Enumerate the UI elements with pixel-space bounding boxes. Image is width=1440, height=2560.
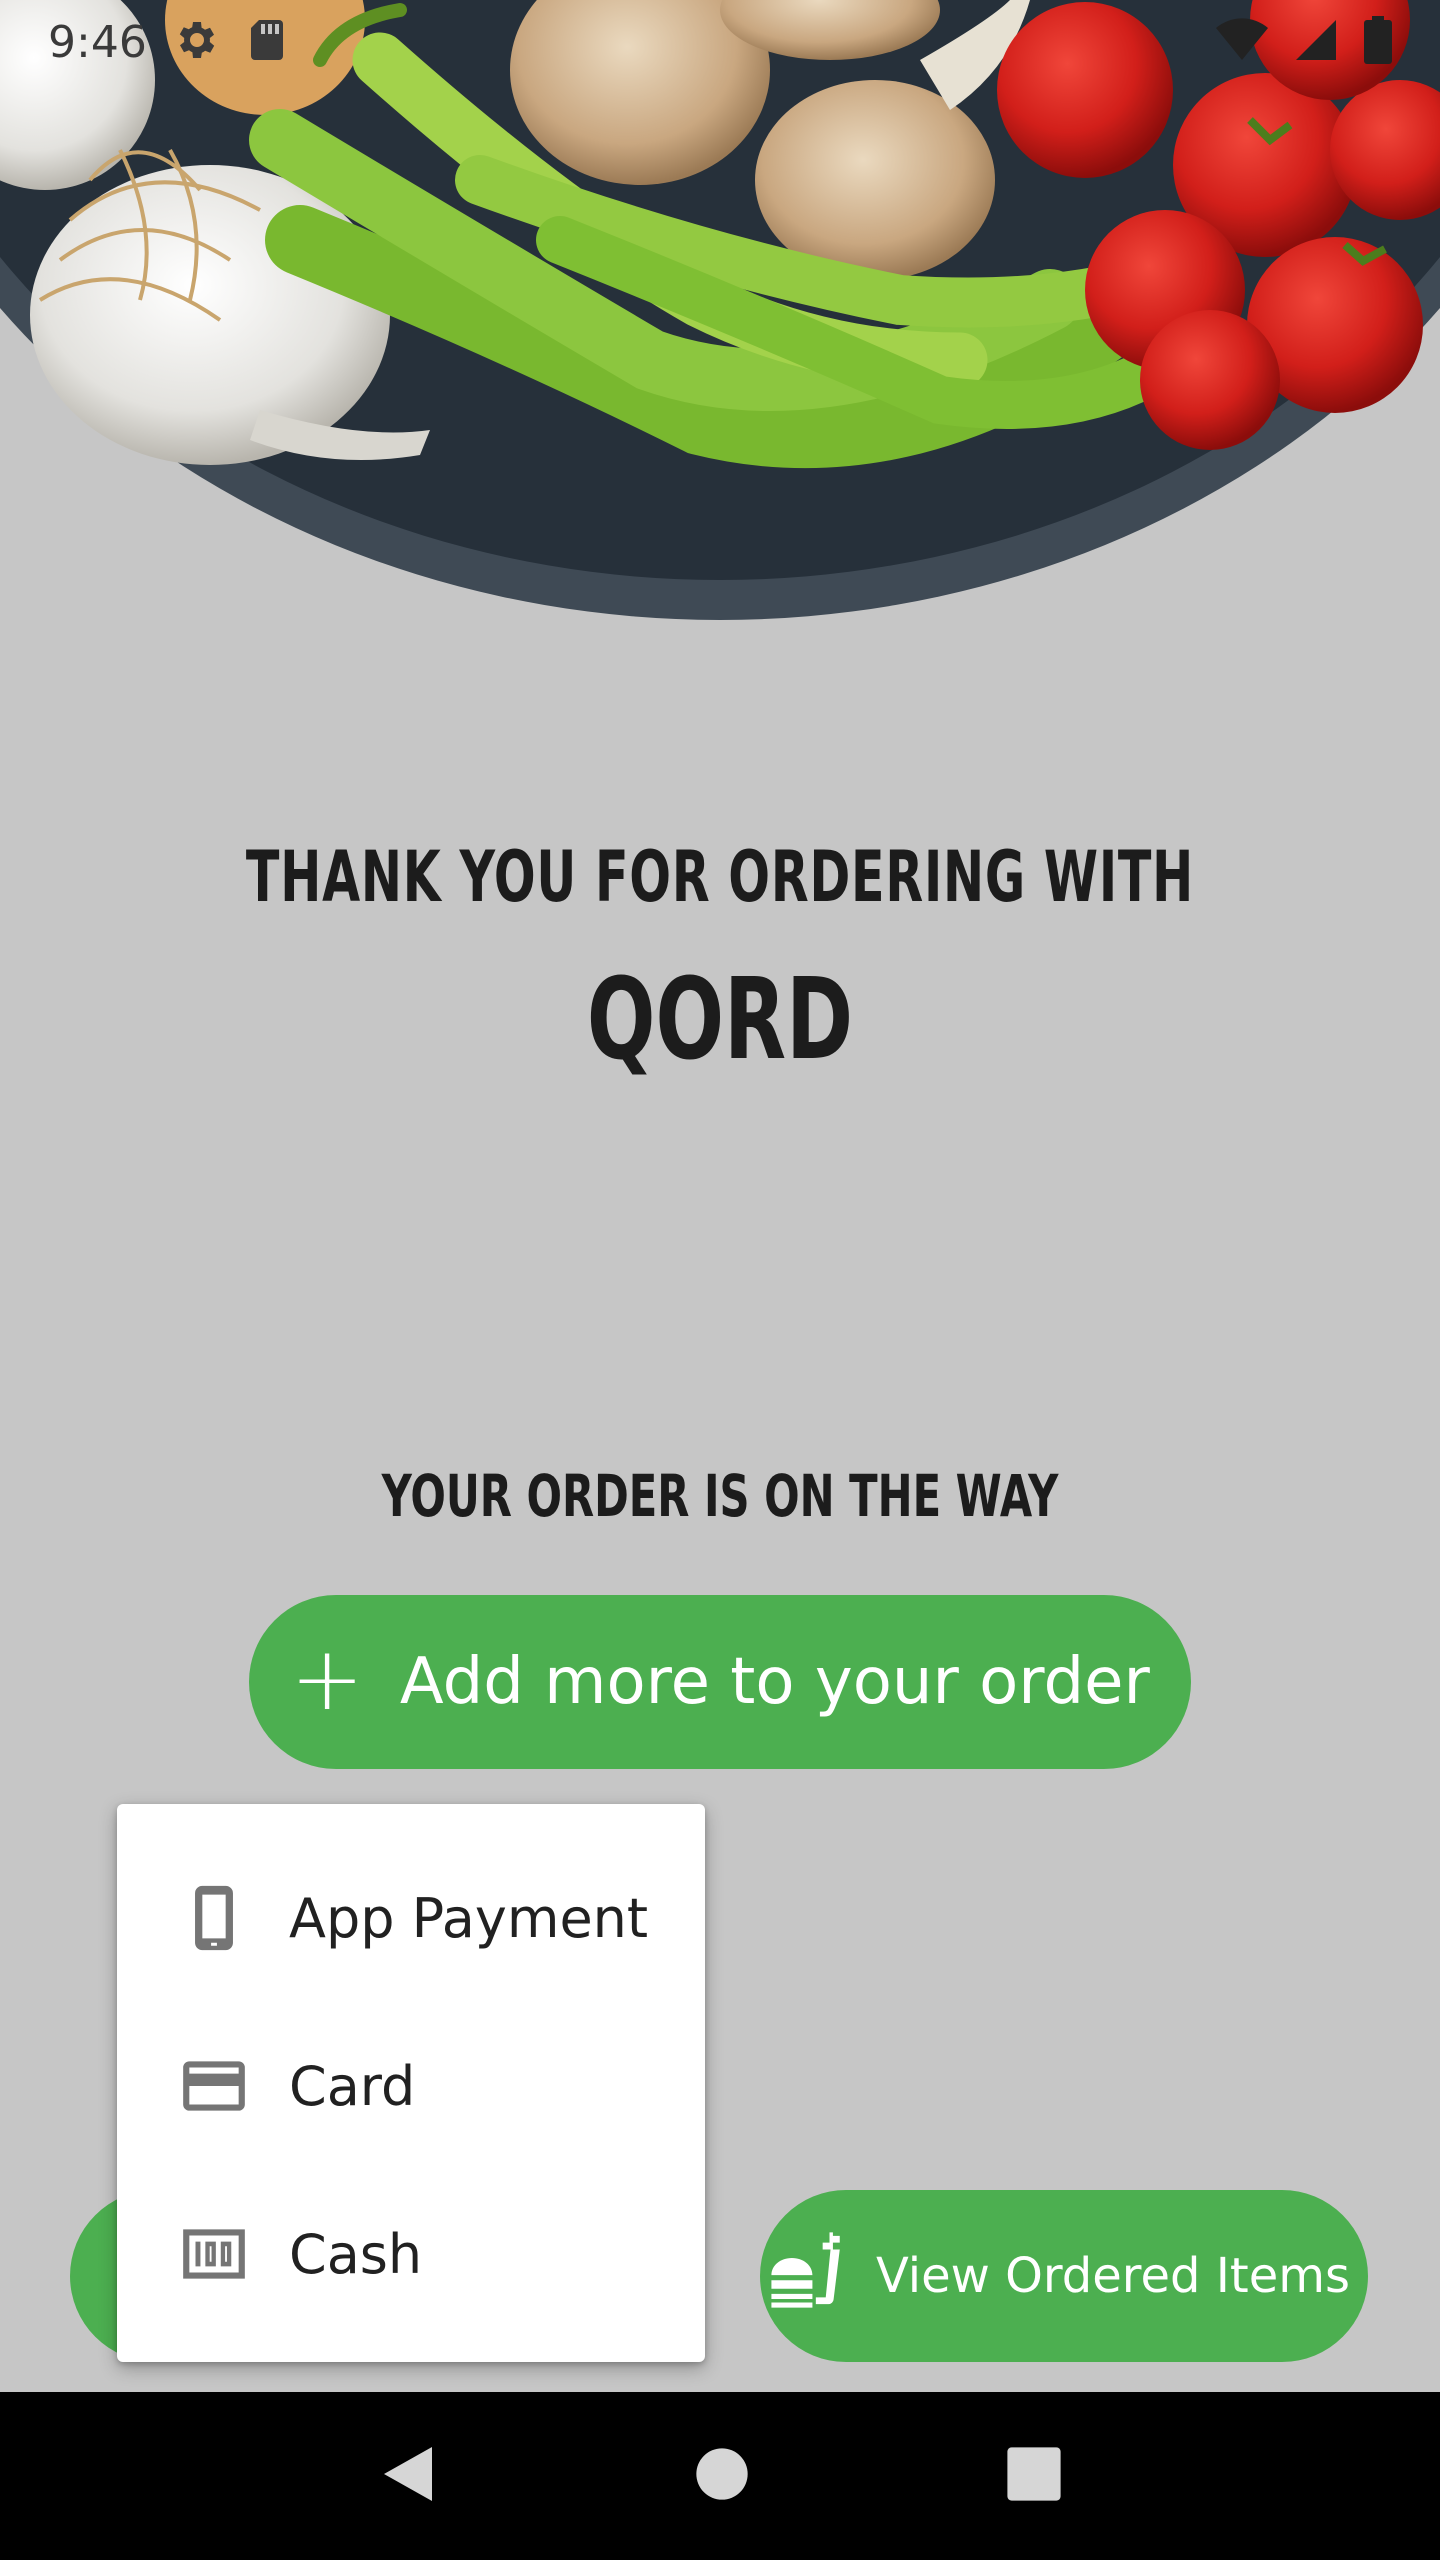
add-more-label: Add more to your order [399,1645,1150,1719]
view-ordered-items-button[interactable]: View Ordered Items [760,2190,1368,2362]
plus-icon: + [290,1627,364,1730]
signal-icon [1294,18,1338,67]
food-order-icon [768,2229,850,2323]
navigation-bar [0,2392,1440,2560]
menu-item-cash[interactable]: Cash [117,2170,705,2338]
menu-item-card[interactable]: Card [117,2002,705,2170]
payment-method-menu: App Payment Card Cash [117,1804,705,2362]
add-more-button[interactable]: + Add more to your order [249,1595,1191,1769]
menu-item-label: Cash [289,2222,423,2286]
wifi-icon [1216,17,1268,67]
menu-item-label: Card [289,2054,416,2118]
settings-icon [171,16,219,69]
home-icon[interactable] [695,2447,749,2506]
cash-icon [177,2217,251,2291]
back-icon[interactable] [378,2441,438,2512]
brand-name: QORD [586,955,854,1085]
order-status-text: YOUR ORDER IS ON THE WAY [381,1462,1059,1530]
menu-item-label: App Payment [289,1886,649,1950]
sd-card-icon [247,18,287,67]
recents-icon[interactable] [1006,2446,1062,2507]
status-bar: 9:46 [0,0,1440,84]
view-items-label: View Ordered Items [875,2248,1351,2304]
battery-icon [1364,15,1392,69]
phone-icon [177,1881,251,1955]
credit-card-icon [177,2049,251,2123]
menu-item-app-payment[interactable]: App Payment [117,1834,705,2002]
hero-image [0,0,1440,640]
thank-you-heading: THANK YOU FOR ORDERING WITH [245,836,1195,918]
status-time: 9:46 [48,16,147,68]
